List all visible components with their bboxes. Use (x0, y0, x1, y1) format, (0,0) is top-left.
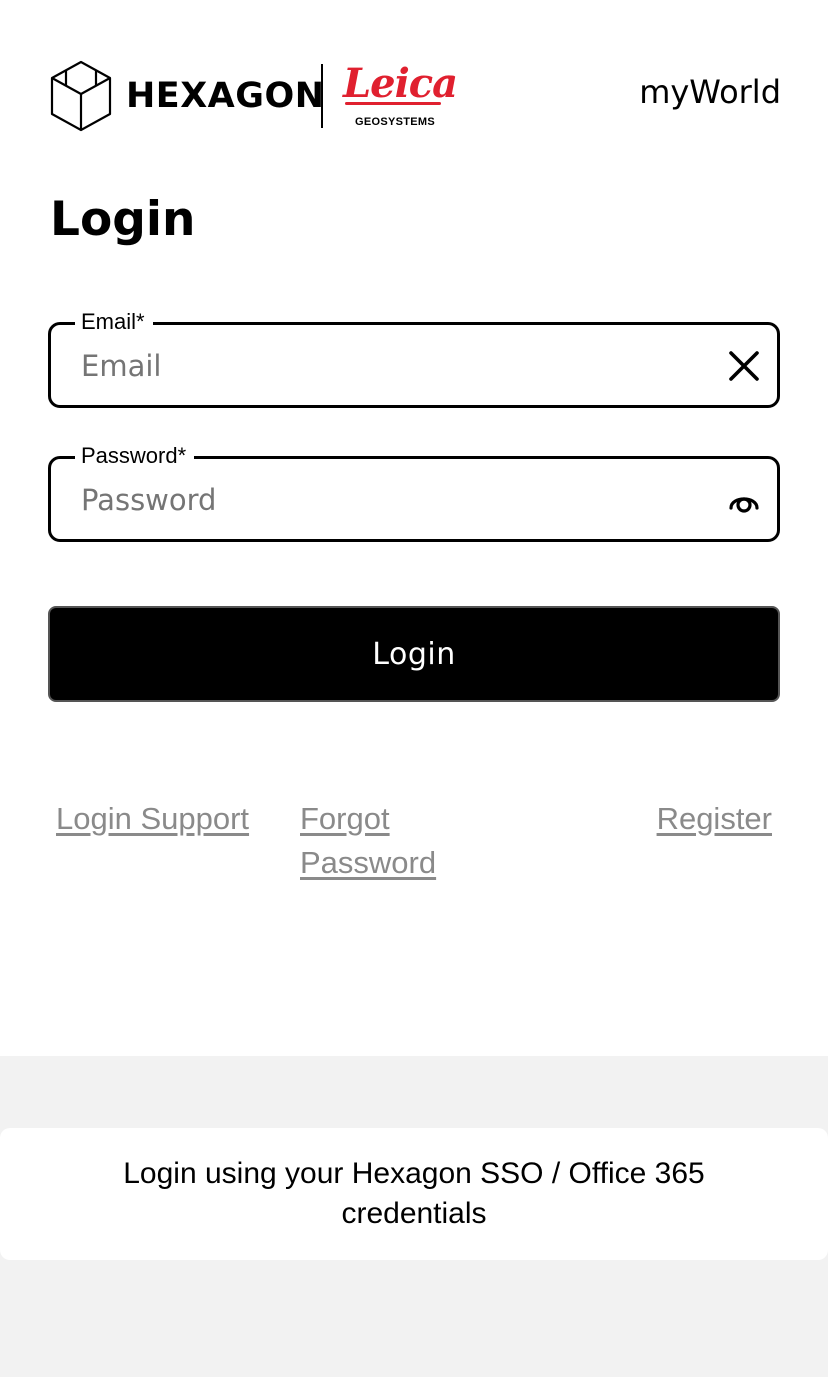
app-name: myWorld (639, 76, 781, 108)
password-input[interactable] (81, 479, 701, 521)
register-link[interactable]: Register (657, 797, 772, 841)
eye-icon-glyph (729, 497, 759, 513)
app-name-suffix: World (689, 73, 781, 111)
email-label: Email* (75, 308, 153, 336)
email-input[interactable] (81, 345, 701, 387)
login-panel: HEXAGON Leica GEOSYSTEMS myWorld Login E… (0, 0, 828, 1056)
close-icon-glyph (729, 351, 759, 381)
forgot-password-link[interactable]: Forgot Password (300, 797, 460, 885)
email-field: Email* (48, 308, 780, 408)
leica-wordmark: Leica (343, 60, 458, 107)
leica-underline (345, 102, 441, 105)
brand-logos: HEXAGON Leica GEOSYSTEMS (50, 60, 458, 132)
leica-logo: Leica GEOSYSTEMS (343, 60, 458, 132)
password-label: Password* (75, 442, 195, 470)
sso-login-card[interactable]: Login using your Hexagon SSO / Office 36… (0, 1128, 828, 1260)
eye-icon[interactable] (727, 483, 761, 517)
login-button[interactable]: Login (48, 606, 780, 702)
sso-message: Login using your Hexagon SSO / Office 36… (123, 1157, 705, 1230)
close-icon[interactable] (727, 349, 761, 383)
app-name-prefix: my (639, 73, 690, 111)
password-field: Password* (48, 442, 780, 542)
hexagon-wordmark: HEXAGON (126, 75, 325, 116)
geosystems-label: GEOSYSTEMS (355, 116, 436, 128)
logo-divider (321, 64, 323, 128)
login-support-link[interactable]: Login Support (56, 797, 249, 841)
hexagon-logo-icon (50, 60, 112, 132)
page-title: Login (50, 192, 196, 247)
